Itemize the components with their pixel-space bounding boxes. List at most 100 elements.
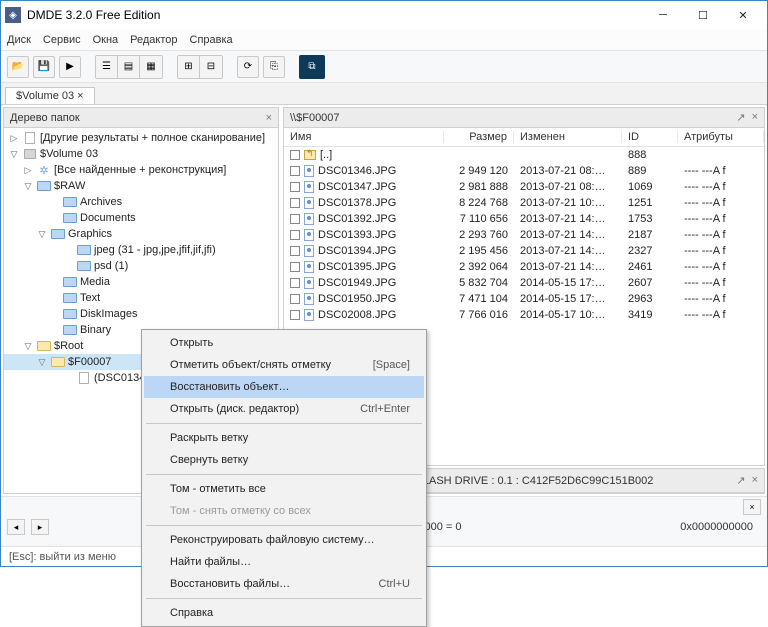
- menu-editor[interactable]: Редактор: [130, 34, 177, 46]
- cm-expand[interactable]: Раскрыть ветку: [144, 427, 424, 449]
- updir-icon: [304, 150, 316, 160]
- file-row[interactable]: DSC01378.JPG8 224 7682013-07-21 10:…1251…: [284, 195, 764, 211]
- tree-row[interactable]: psd (1): [4, 258, 278, 274]
- context-menu: Открыть Отметить объект/снять отметку[Sp…: [141, 329, 427, 627]
- file-row[interactable]: DSC01394.JPG2 195 4562013-07-21 14:…2327…: [284, 243, 764, 259]
- cm-mark-all[interactable]: Том - отметить все: [144, 478, 424, 500]
- file-icon: [304, 229, 314, 241]
- col-attr[interactable]: Атрибуты: [678, 131, 764, 143]
- file-row[interactable]: DSC01347.JPG2 981 8882013-07-21 08:…1069…: [284, 179, 764, 195]
- file-icon: [304, 277, 314, 289]
- tree-row[interactable]: jpeg (31 - jpg,jpe,jfif,jif,jfi): [4, 242, 278, 258]
- tree-row[interactable]: ▷✲[Все найденные + реконструкция]: [4, 162, 278, 178]
- file-icon: [304, 293, 314, 305]
- col-mod[interactable]: Изменен: [514, 131, 622, 143]
- cm-recover-object[interactable]: Восстановить объект…: [144, 376, 424, 398]
- file-row[interactable]: DSC01395.JPG2 392 0642013-07-21 14:…2461…: [284, 259, 764, 275]
- file-row[interactable]: DSC01949.JPG5 832 7042014-05-15 17:…2607…: [284, 275, 764, 291]
- tool-mode2-icon[interactable]: ⊟: [200, 56, 222, 78]
- tree-header: Дерево папок: [10, 112, 80, 124]
- tool-mode1-icon[interactable]: ⊞: [178, 56, 200, 78]
- tool-open-icon[interactable]: 📂: [7, 56, 29, 78]
- tool-view3-icon[interactable]: ▦: [140, 56, 162, 78]
- file-icon: [304, 261, 314, 273]
- file-icon: [304, 165, 314, 177]
- checkbox[interactable]: [290, 262, 300, 272]
- checkbox[interactable]: [290, 230, 300, 240]
- tree-row[interactable]: ▷[Другие результаты + полное сканировани…: [4, 130, 278, 146]
- cm-help[interactable]: Справка: [144, 602, 424, 624]
- tree-row[interactable]: Text: [4, 290, 278, 306]
- cm-collapse[interactable]: Свернуть ветку: [144, 449, 424, 471]
- tree-row[interactable]: ▽$Volume 03: [4, 146, 278, 162]
- tool-disk-icon[interactable]: 💾: [33, 56, 55, 78]
- toolbar: 📂 💾 ▶ ☰ ▤ ▦ ⊞ ⊟ ⟳ ⎘ ⧉: [1, 51, 767, 83]
- tree-row[interactable]: DiskImages: [4, 306, 278, 322]
- menu-disk[interactable]: Диск: [7, 34, 31, 46]
- checkbox[interactable]: [290, 310, 300, 320]
- file-icon: [304, 181, 314, 193]
- file-icon: [304, 213, 314, 225]
- offset-right: 0x0000000000: [672, 519, 761, 535]
- cm-open-disk-editor[interactable]: Открыть (диск. редактор)Ctrl+Enter: [144, 398, 424, 420]
- file-row[interactable]: DSC02008.JPG7 766 0162014-05-17 10:…3419…: [284, 307, 764, 323]
- app-icon: ◈: [5, 7, 21, 23]
- cm-mark[interactable]: Отметить объект/снять отметку[Space]: [144, 354, 424, 376]
- cm-find-files[interactable]: Найти файлы…: [144, 551, 424, 573]
- tab-close-icon[interactable]: ×: [77, 90, 83, 102]
- file-row[interactable]: DSC01346.JPG2 949 1202013-07-21 08:…889-…: [284, 163, 764, 179]
- tab-volume[interactable]: $Volume 03 ×: [5, 87, 95, 104]
- checkbox[interactable]: [290, 214, 300, 224]
- close-device-icon[interactable]: ×: [752, 474, 758, 487]
- menubar: Диск Сервис Окна Редактор Справка: [1, 29, 767, 51]
- file-row[interactable]: DSC01950.JPG7 471 1042014-05-15 17:…2963…: [284, 291, 764, 307]
- menu-service[interactable]: Сервис: [43, 34, 81, 46]
- tool-run-icon[interactable]: ▶: [59, 56, 81, 78]
- file-panel-title: \\$F00007: [290, 112, 340, 124]
- footer-right-icon[interactable]: ▸: [31, 519, 49, 535]
- file-row[interactable]: DSC01392.JPG7 110 6562013-07-21 14:…1753…: [284, 211, 764, 227]
- cm-recover-files[interactable]: Восстановить файлы…Ctrl+U: [144, 573, 424, 595]
- file-table-header[interactable]: Имя Размер Изменен ID Атрибуты: [284, 128, 764, 147]
- checkbox[interactable]: [290, 278, 300, 288]
- checkbox[interactable]: [290, 246, 300, 256]
- cm-open[interactable]: Открыть: [144, 332, 424, 354]
- col-name[interactable]: Имя: [284, 131, 444, 143]
- tree-row[interactable]: Media: [4, 274, 278, 290]
- tree-row[interactable]: Archives: [4, 194, 278, 210]
- maximize-panel-icon[interactable]: ↗: [736, 111, 745, 124]
- checkbox[interactable]: [290, 166, 300, 176]
- tree-row[interactable]: Documents: [4, 210, 278, 226]
- menu-help[interactable]: Справка: [190, 34, 233, 46]
- tool-link-icon[interactable]: ⧉: [299, 55, 325, 79]
- file-icon: [304, 309, 314, 321]
- status-text: [Esc]: выйти из меню: [9, 551, 116, 563]
- file-row[interactable]: DSC01393.JPG2 293 7602013-07-21 14:…2187…: [284, 227, 764, 243]
- menu-windows[interactable]: Окна: [93, 34, 119, 46]
- checkbox[interactable]: [290, 294, 300, 304]
- tree-row[interactable]: ▽Graphics: [4, 226, 278, 242]
- maximize-button[interactable]: ☐: [683, 1, 723, 29]
- tool-view1-icon[interactable]: ☰: [96, 56, 118, 78]
- checkbox[interactable]: [290, 182, 300, 192]
- window-title: DMDE 3.2.0 Free Edition: [27, 8, 643, 22]
- tool-view2-icon[interactable]: ▤: [118, 56, 140, 78]
- tree-close-icon[interactable]: ×: [266, 112, 272, 124]
- minimize-button[interactable]: ─: [643, 1, 683, 29]
- close-button[interactable]: ✕: [723, 1, 763, 29]
- file-row-updir[interactable]: [..] 888: [284, 147, 764, 163]
- close-panel-icon[interactable]: ×: [752, 111, 758, 124]
- checkbox[interactable]: [290, 198, 300, 208]
- maximize-device-icon[interactable]: ↗: [736, 474, 745, 487]
- file-icon: [304, 245, 314, 257]
- cm-reconstruct[interactable]: Реконструировать файловую систему…: [144, 529, 424, 551]
- footer-close-icon[interactable]: ×: [743, 499, 761, 515]
- cm-unmark-all: Том - снять отметку со всех: [144, 500, 424, 522]
- tree-row[interactable]: ▽$RAW: [4, 178, 278, 194]
- file-icon: [304, 197, 314, 209]
- footer-left-icon[interactable]: ◂: [7, 519, 25, 535]
- col-id[interactable]: ID: [622, 131, 678, 143]
- col-size[interactable]: Размер: [444, 131, 514, 143]
- tool-reload-icon[interactable]: ⟳: [237, 56, 259, 78]
- tool-copy-icon[interactable]: ⎘: [263, 56, 285, 78]
